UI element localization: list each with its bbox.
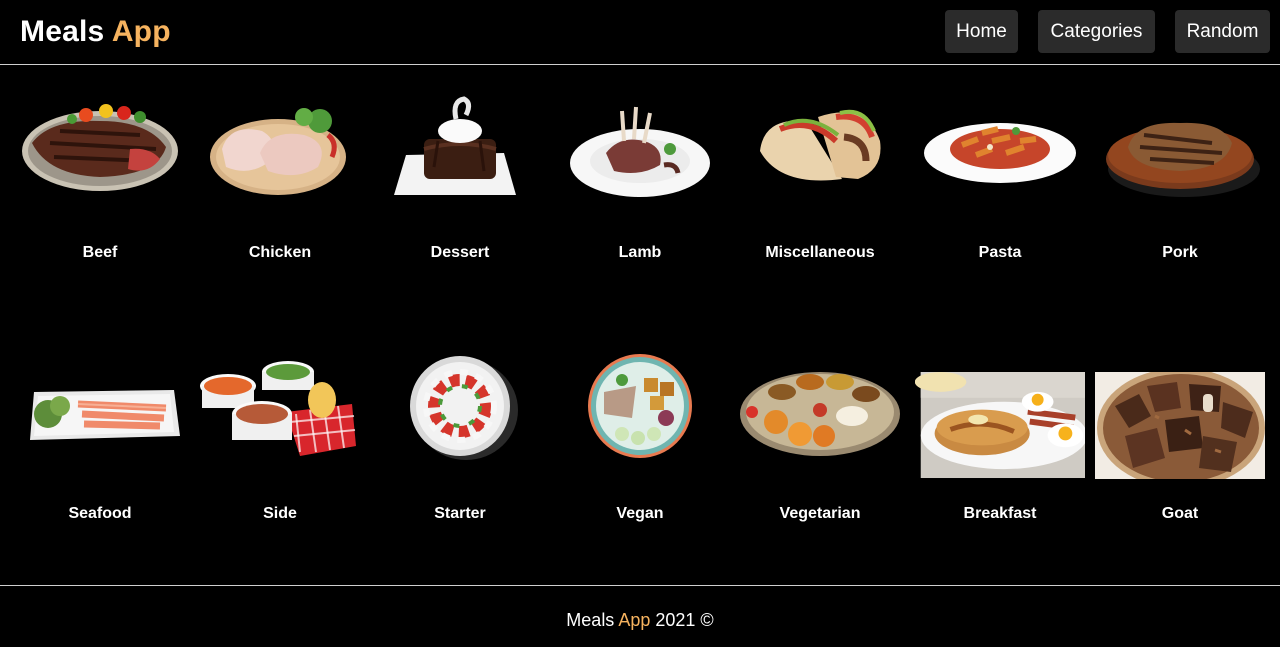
category-card-pork[interactable]: Pork	[1090, 65, 1270, 326]
category-card-pasta[interactable]: Pasta	[910, 65, 1090, 326]
category-label: Dessert	[430, 244, 490, 261]
category-card-starter[interactable]: Starter	[370, 326, 550, 587]
beef-steak-image	[22, 104, 178, 191]
nav-categories-button[interactable]: Categories	[1038, 10, 1155, 53]
category-card-chicken[interactable]: Chicken	[190, 65, 370, 326]
chicken-legs-image	[210, 108, 346, 195]
tacos-image	[760, 109, 881, 181]
goat-meat-image	[1095, 372, 1265, 479]
category-label: Starter	[434, 505, 486, 522]
category-label: Lamb	[618, 244, 662, 261]
category-label: Vegan	[616, 505, 664, 522]
category-card-miscellaneous[interactable]: Miscellaneous	[730, 65, 910, 326]
category-label: Vegetarian	[779, 505, 861, 522]
category-card-goat[interactable]: Goat	[1090, 326, 1270, 587]
category-card-seafood[interactable]: Seafood	[10, 326, 190, 587]
penne-pasta-image	[924, 123, 1076, 183]
caprese-starter-image	[410, 356, 518, 460]
category-label: Miscellaneous	[765, 244, 875, 261]
category-card-beef[interactable]: Beef	[10, 65, 190, 326]
nav-home-button[interactable]: Home	[945, 10, 1018, 53]
category-card-side[interactable]: Side	[190, 326, 370, 587]
category-card-lamb[interactable]: Lamb	[550, 65, 730, 326]
category-label: Goat	[1161, 505, 1199, 522]
category-label: Beef	[82, 244, 118, 261]
navbar: Meals App Home Categories Random	[0, 0, 1280, 65]
chocolate-dessert-image	[394, 96, 516, 195]
category-card-dessert[interactable]: Dessert	[370, 65, 550, 326]
vegan-bowl-image	[588, 354, 692, 458]
category-label: Seafood	[68, 505, 132, 522]
category-card-breakfast[interactable]: Breakfast	[910, 326, 1090, 587]
footer-copyright: Meals App 2021 ©	[566, 609, 713, 631]
brand-accent: App	[111, 15, 171, 48]
pork-chop-image	[1106, 122, 1260, 197]
lamb-chops-image	[570, 106, 710, 197]
pancakes-breakfast-image	[915, 372, 1085, 479]
brand-logo[interactable]: Meals App	[20, 14, 171, 50]
footer-year: 2021 ©	[655, 610, 714, 630]
category-label: Side	[263, 505, 297, 522]
footer-brand-accent: App	[618, 610, 651, 630]
category-card-vegetarian[interactable]: Vegetarian	[730, 326, 910, 587]
category-label: Pork	[1162, 244, 1198, 261]
side-dishes-image	[200, 361, 356, 456]
category-label: Breakfast	[963, 505, 1037, 522]
nav-random-button[interactable]: Random	[1175, 10, 1270, 53]
footer: Meals App 2021 ©	[0, 585, 1280, 647]
vegetarian-thali-image	[740, 372, 900, 456]
brand-main: Meals	[20, 15, 105, 48]
footer-brand-main: Meals	[566, 610, 615, 630]
category-card-vegan[interactable]: Vegan	[550, 326, 730, 587]
category-label: Chicken	[248, 244, 312, 261]
category-label: Pasta	[978, 244, 1022, 261]
salmon-plate-image	[30, 390, 180, 440]
